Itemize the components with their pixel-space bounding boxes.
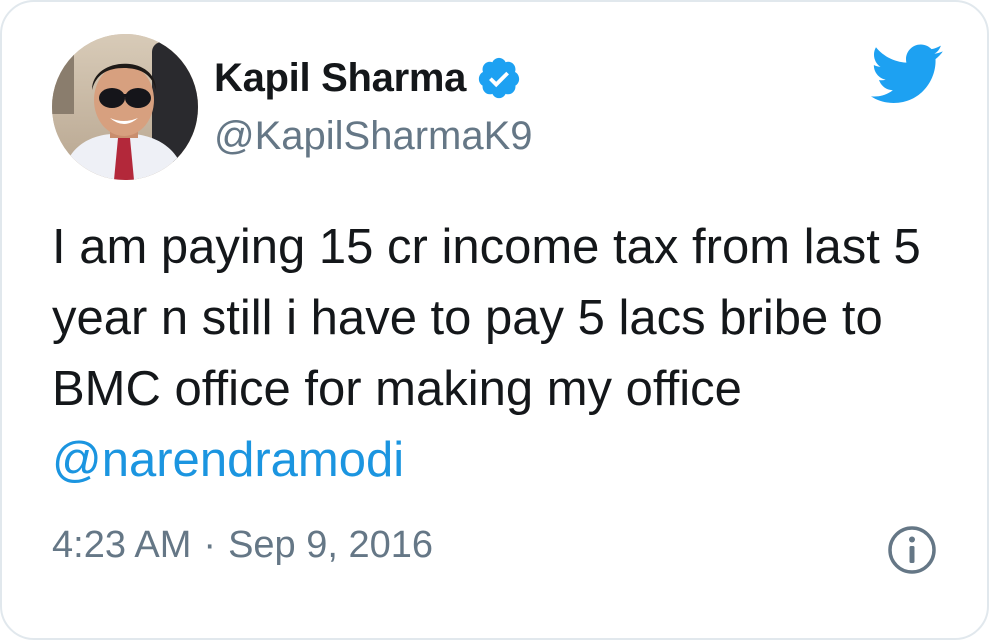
avatar[interactable] — [52, 34, 198, 180]
tweet-card: Kapil Sharma @KapilSharmaK9 I am paying … — [0, 0, 989, 640]
tweet-timestamp[interactable]: 4:23 AM · Sep 9, 2016 — [52, 524, 433, 567]
avatar-image — [52, 34, 198, 180]
author-handle[interactable]: @KapilSharmaK9 — [214, 114, 533, 159]
twitter-bird-icon[interactable] — [868, 42, 944, 104]
tweet-date: Sep 9, 2016 — [228, 524, 434, 566]
author-name[interactable]: Kapil Sharma — [214, 56, 466, 101]
mention-link[interactable]: @narendramodi — [52, 433, 404, 487]
separator-dot: · — [203, 524, 217, 566]
verified-badge-icon — [478, 57, 520, 99]
author-row: Kapil Sharma — [214, 52, 522, 104]
tweet-text: I am paying 15 cr income tax from last 5… — [52, 212, 952, 496]
tweet-time: 4:23 AM — [52, 524, 192, 566]
tweet-body: I am paying 15 cr income tax from last 5… — [52, 220, 921, 416]
info-icon[interactable] — [886, 524, 938, 576]
